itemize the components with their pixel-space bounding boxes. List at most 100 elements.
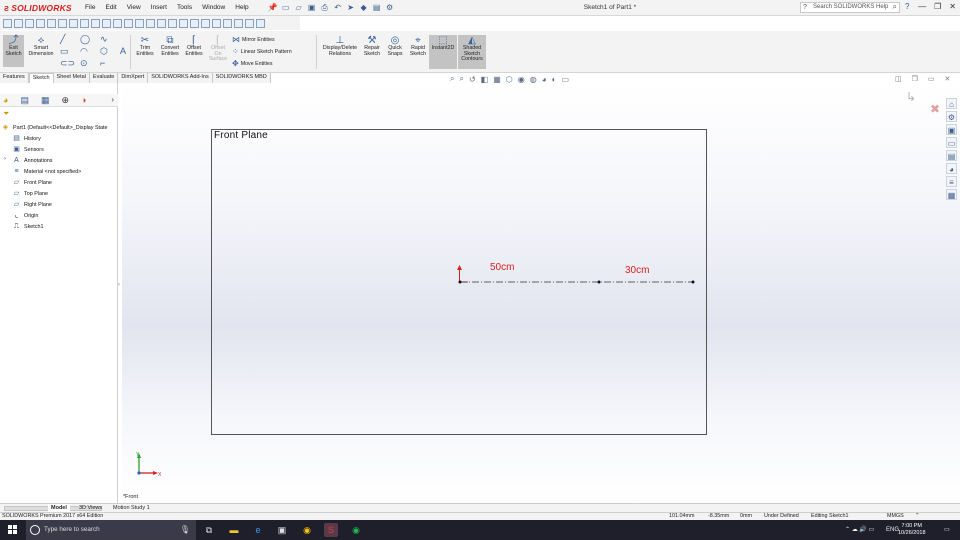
sketch-point[interactable] (691, 280, 695, 284)
tool-icon[interactable] (179, 18, 188, 28)
text-icon[interactable]: A (120, 46, 126, 56)
microphone-icon[interactable]: 🎙 (180, 520, 190, 540)
filter-icon[interactable]: ⏷ (3, 109, 9, 119)
tree-item-right-plane[interactable]: ▱ Right Plane (0, 199, 118, 210)
move-entities-button[interactable]: ✥ Move Entities (232, 59, 273, 68)
view-settings-icon[interactable]: ▭ (561, 75, 569, 84)
repair-sketch-button[interactable]: ⚒ Repair Sketch (361, 35, 383, 57)
file-properties-icon[interactable]: ▤ (372, 3, 382, 13)
exit-sketch-button[interactable]: ⤴ Exit Sketch (3, 35, 24, 67)
options-gear-icon[interactable]: ⚙ (385, 3, 395, 13)
circle-icon[interactable]: ◯ (80, 34, 90, 45)
tool-icon[interactable] (157, 18, 166, 28)
file-explorer-icon[interactable]: ▭ (946, 137, 957, 148)
offset-on-surface-button[interactable]: ⌈ Offset On Surface (207, 35, 229, 63)
viewport-close-icon[interactable]: ✕ (945, 75, 951, 83)
menu-window[interactable]: Window (197, 4, 230, 11)
appearances-icon[interactable]: ◕ (946, 163, 957, 174)
viewport-restore-icon[interactable]: ❐ (912, 75, 918, 83)
tool-icon[interactable] (36, 18, 45, 28)
help-icon[interactable]: ? (905, 2, 909, 11)
forum-icon[interactable]: ▦ (946, 189, 957, 200)
line-icon[interactable]: ╱ (60, 34, 65, 45)
confirmation-corner-accept-icon[interactable]: ↳ (906, 90, 916, 104)
print-icon[interactable]: ⎙ (320, 3, 330, 13)
tab-dimxpert[interactable]: DimXpert (118, 73, 149, 83)
display-manager-icon[interactable]: ◑ (81, 95, 86, 105)
fillet-icon[interactable]: ⌐ (100, 58, 105, 68)
menu-help[interactable]: Help (230, 4, 253, 11)
tree-item-material[interactable]: ≡ Material <not specified> (0, 166, 118, 177)
shaded-sketch-contours-button[interactable]: ◭ Shaded Sketch Contours (458, 35, 486, 69)
tab-evaluate[interactable]: Evaluate (90, 73, 119, 83)
open-icon[interactable]: ▱ (294, 3, 304, 13)
tool-icon[interactable] (223, 18, 232, 28)
save-icon[interactable]: ▣ (307, 3, 317, 13)
tool-icon[interactable] (234, 18, 243, 28)
design-library-icon[interactable]: ▣ (946, 124, 957, 135)
section-view-icon[interactable]: ◧ (481, 75, 489, 84)
viewport-tile-icon[interactable]: ▭ (928, 75, 935, 83)
tree-item-sketch1[interactable]: ⎍ Sketch1 (0, 221, 118, 232)
edge-icon[interactable]: e (251, 523, 265, 537)
confirmation-corner-exit-icon[interactable]: ✖ (930, 102, 940, 116)
scene-icon[interactable]: ◐ (552, 75, 557, 84)
tool-icon[interactable] (25, 18, 34, 28)
tool-icon[interactable] (14, 18, 23, 28)
rapid-sketch-button[interactable]: ⌖ Rapid Sketch (407, 35, 429, 57)
task-view-icon[interactable]: ⧉ (202, 523, 216, 537)
sketch-point[interactable] (597, 280, 601, 284)
tab-addins[interactable]: SOLIDWORKS Add-Ins (148, 73, 213, 83)
feature-manager-icon[interactable]: ◕ (3, 95, 8, 105)
dimension-30cm[interactable]: 30cm (625, 265, 649, 276)
rectangle-icon[interactable]: ▭ (60, 46, 69, 57)
dynamic-annotation-icon[interactable]: ▦ (493, 75, 501, 84)
magnifier-icon[interactable]: ⌕ (893, 2, 897, 11)
pin-icon[interactable]: 📌 (268, 3, 278, 13)
arc-icon[interactable]: ◠ (80, 46, 88, 57)
home-icon[interactable]: ⌂ (946, 98, 957, 109)
tool-icon[interactable] (135, 18, 144, 28)
spotify-icon[interactable]: ◉ (349, 523, 363, 537)
tool-icon[interactable] (91, 18, 100, 28)
clock[interactable]: 7:00 PM 10/26/2018 (898, 523, 926, 537)
dimxpert-manager-icon[interactable]: ⊕ (61, 95, 69, 106)
linear-sketch-pattern-button[interactable]: ⁘ Linear Sketch Pattern (232, 47, 292, 56)
help-search-input[interactable]: ? Search SOLIDWORKS Help ⌕ (800, 2, 900, 13)
tool-icon[interactable] (245, 18, 254, 28)
menu-view[interactable]: View (122, 4, 146, 11)
tab-features[interactable]: Features (0, 73, 29, 83)
sketch-geometry[interactable] (440, 255, 710, 295)
chrome-icon[interactable]: ◉ (300, 523, 314, 537)
tool-icon[interactable] (58, 18, 67, 28)
solidworks-taskbar-icon[interactable]: S (324, 523, 338, 537)
resources-icon[interactable]: ⚙ (946, 111, 957, 122)
store-icon[interactable]: ▣ (275, 523, 289, 537)
smart-dimension-button[interactable]: ⟡ Smart Dimension (26, 35, 56, 57)
new-document-icon[interactable]: ▭ (281, 3, 291, 13)
custom-properties-icon[interactable]: ≡ (946, 176, 957, 187)
dimension-50cm[interactable]: 50cm (490, 262, 514, 273)
tool-icon[interactable] (113, 18, 122, 28)
tool-icon[interactable] (201, 18, 210, 28)
tool-icon[interactable] (102, 18, 111, 28)
minimize-icon[interactable]: — (918, 2, 926, 11)
zoom-to-area-icon[interactable]: ⌕ (459, 74, 463, 84)
windows-start-icon[interactable] (8, 525, 18, 535)
units-selector[interactable]: MMGS (887, 513, 904, 520)
tool-icon[interactable] (168, 18, 177, 28)
close-icon[interactable]: ✕ (949, 2, 956, 11)
tree-item-top-plane[interactable]: ▱ Top Plane (0, 188, 118, 199)
tab-motion-study[interactable]: Motion Study 1 (110, 504, 153, 512)
display-delete-relations-button[interactable]: ⊥ Display/Delete Relations (320, 35, 360, 57)
tree-item-sensors[interactable]: ▣ Sensors (0, 144, 118, 155)
mirror-entities-button[interactable]: ⋈ Mirror Entities (232, 35, 275, 44)
tool-icon[interactable] (47, 18, 56, 28)
trim-entities-button[interactable]: ✂ Trim Entities (134, 35, 156, 57)
display-style-icon[interactable]: ◉ (518, 75, 525, 84)
appearance-icon[interactable]: ◕ (542, 75, 547, 84)
tool-icon[interactable] (146, 18, 155, 28)
property-manager-icon[interactable]: ▤ (20, 95, 29, 106)
menu-file[interactable]: File (80, 4, 100, 11)
hide-show-items-icon[interactable]: ◍ (530, 75, 537, 84)
